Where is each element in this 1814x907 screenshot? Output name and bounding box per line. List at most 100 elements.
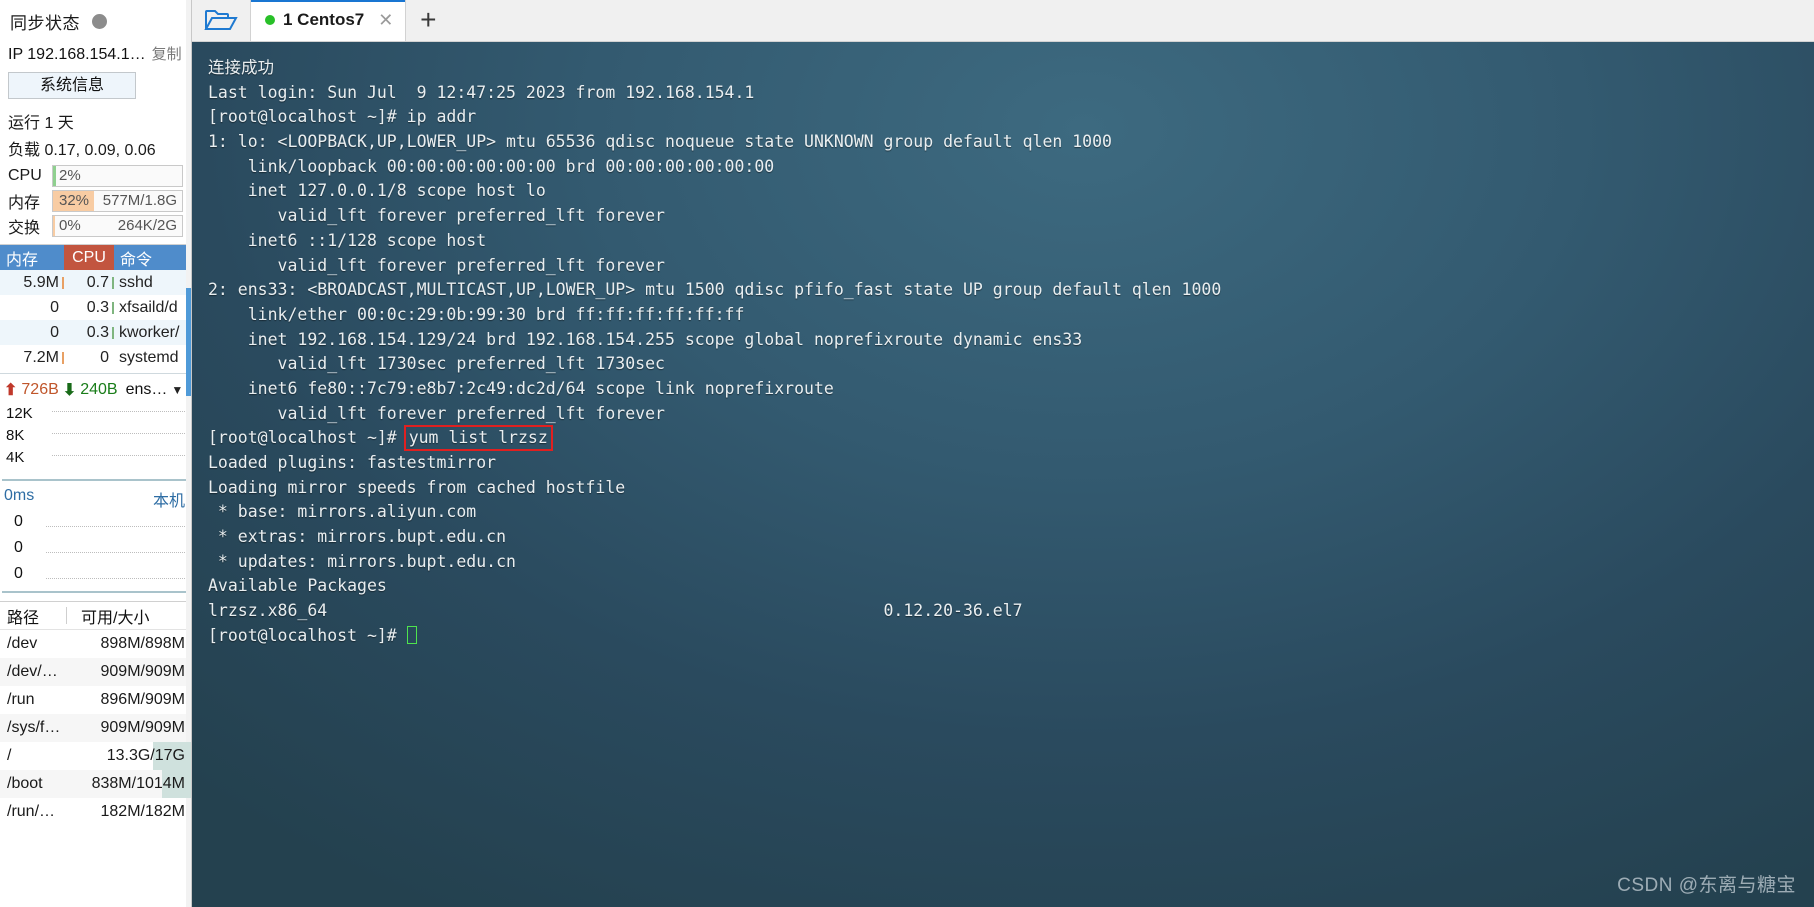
- net-graph-plot: [52, 405, 187, 477]
- disk-row[interactable]: /dev/… 909M/909M: [0, 658, 191, 686]
- terminal-line-11: inet 192.168.154.129/24 brd 192.168.154.…: [208, 329, 1083, 349]
- arrow-up-icon: ⬆: [4, 382, 18, 399]
- disk-path: /boot: [7, 775, 43, 792]
- disk-col-size[interactable]: 可用/大小: [67, 604, 191, 628]
- meter-fill: [53, 215, 55, 236]
- disk-path: /run/…: [7, 803, 56, 820]
- ping-host-label: 本机: [152, 493, 185, 510]
- close-icon[interactable]: ✕: [378, 10, 393, 31]
- ip-address-row: IP 192.168.154.1… 复制: [0, 40, 191, 68]
- meter-bar: 0% 264K/2G: [52, 214, 183, 237]
- shell-prompt: [root@localhost ~]#: [208, 625, 407, 645]
- shell-prompt: [root@localhost ~]#: [208, 428, 407, 448]
- meter-value: 264K/2G: [117, 216, 177, 234]
- sidebar-scrollbar-thumb[interactable]: [186, 288, 191, 396]
- meter-row-cpu: CPU 2%: [0, 163, 191, 188]
- terminal-line-23: [root@localhost ~]#: [208, 624, 1814, 649]
- disk-path: /run: [7, 691, 35, 708]
- process-row[interactable]: 0 0.3 xfsaild/d: [0, 295, 191, 320]
- terminal-line-6: valid_lft forever preferred_lft forever: [208, 206, 665, 226]
- disk-row[interactable]: /dev 898M/898M: [0, 630, 191, 658]
- ping-axis-label-0: 0: [14, 513, 23, 530]
- process-row[interactable]: 7.2M 0 systemd: [0, 345, 191, 370]
- network-interface-label: ens…: [125, 381, 168, 398]
- terminal-line-19: * extras: mirrors.bupt.edu.cn: [208, 527, 507, 547]
- disk-size: 909M/909M: [100, 663, 186, 680]
- terminal-line-18: * base: mirrors.aliyun.com: [208, 502, 477, 522]
- meter-bar: 2%: [52, 164, 183, 187]
- process-mem: 7.2M: [0, 349, 64, 367]
- open-folder-icon[interactable]: [192, 0, 250, 41]
- disk-row[interactable]: /run/… 182M/182M: [0, 798, 191, 826]
- process-mem: 0: [50, 323, 59, 341]
- network-download-value: 240B: [80, 381, 118, 398]
- meter-value: 577M/1.8G: [102, 191, 177, 209]
- terminal-line-10: link/ether 00:0c:29:0b:99:30 brd ff:ff:f…: [208, 304, 745, 324]
- meter-row-内存: 内存 32% 577M/1.8G: [0, 188, 191, 213]
- disk-row[interactable]: /sys/f… 909M/909M: [0, 714, 191, 742]
- terminal-line-4: link/loopback 00:00:00:00:00:00 brd 00:0…: [208, 156, 775, 176]
- meter-bar: 32% 577M/1.8G: [52, 189, 183, 212]
- disk-row[interactable]: /run 896M/909M: [0, 686, 191, 714]
- terminal-panel[interactable]: 连接成功 Last login: Sun Jul 9 12:47:25 2023 …: [192, 42, 1814, 907]
- process-row[interactable]: 0 0.3 kworker/: [0, 320, 191, 345]
- network-header: ⬆ 726B ⬇ 240B ens… ▼: [0, 373, 191, 403]
- terminal-line-16: Loaded plugins: fastestmirror: [208, 453, 497, 472]
- process-row[interactable]: 5.9M 0.7 sshd: [0, 270, 191, 295]
- terminal-line-20: * updates: mirrors.bupt.edu.cn: [208, 551, 516, 571]
- terminal-line-5: inet 127.0.0.1/8 scope host lo: [208, 181, 546, 201]
- process-cpu: 0.7: [64, 274, 114, 292]
- tab-bar: 1 Centos7 ✕ +: [192, 0, 1814, 42]
- sync-status-label: 同步状态: [10, 14, 80, 33]
- network-upload-value: 726B: [21, 381, 59, 398]
- process-col-cmd[interactable]: 命令: [114, 245, 191, 270]
- process-cpu: 0: [100, 348, 109, 366]
- process-col-mem[interactable]: 内存: [0, 245, 64, 270]
- process-table-header: 内存 CPU 命令: [0, 245, 191, 270]
- connected-dot-icon: [265, 15, 275, 25]
- terminal-line-0: 连接成功: [208, 58, 274, 77]
- process-col-cpu[interactable]: CPU: [64, 245, 114, 270]
- meter-label: 交换: [8, 219, 41, 237]
- disk-size: 838M/1014M: [91, 775, 185, 792]
- disk-row[interactable]: /boot 838M/1014M: [0, 770, 191, 798]
- arrow-down-icon: ⬇: [62, 382, 77, 399]
- terminal-line-3: 1: lo: <LOOPBACK,UP,LOWER_UP> mtu 65536 …: [208, 132, 1112, 152]
- meter-percent: 32%: [59, 191, 90, 209]
- main-area: 1 Centos7 ✕ + 连接成功 Last login: Sun Jul 9 1…: [192, 0, 1814, 907]
- terminal-line-22: lrzsz.x86_64 0.12.20-36.el7: [208, 601, 1023, 621]
- disk-size: 909M/909M: [100, 719, 186, 736]
- copy-ip-button[interactable]: 复制: [152, 43, 182, 64]
- ping-graph: 0 0 0: [2, 513, 189, 593]
- uptime-label: 运行 1 天: [8, 115, 74, 132]
- meter-label: 内存: [8, 194, 41, 212]
- disk-table-header: 路径 可用/大小: [0, 602, 191, 630]
- new-tab-button[interactable]: +: [406, 0, 450, 41]
- disk-row[interactable]: / 13.3G/17G: [0, 742, 191, 770]
- net-axis-label-1: 8K: [6, 427, 25, 444]
- network-traffic-graph: 12K 8K 4K: [2, 403, 189, 481]
- system-info-button[interactable]: 系统信息: [8, 72, 136, 99]
- process-mem: 5.9M: [0, 274, 64, 292]
- terminal-output[interactable]: 连接成功 Last login: Sun Jul 9 12:47:25 2023 …: [192, 42, 1814, 907]
- meter-row-交换: 交换 0% 264K/2G: [0, 213, 191, 238]
- terminal-line-17: Loading mirror speeds from cached hostfi…: [208, 477, 626, 497]
- process-mem: 0: [50, 298, 59, 316]
- process-command: xfsaild/d: [119, 298, 178, 316]
- disk-col-path[interactable]: 路径: [0, 604, 66, 628]
- chevron-down-icon[interactable]: ▼: [171, 383, 183, 397]
- terminal-line-13: inet6 fe80::7c79:e8b7:2c49:dc2d/64 scope…: [208, 378, 834, 398]
- process-cpu: 0.3: [64, 324, 114, 342]
- tab-label: 1 Centos7: [283, 10, 365, 29]
- net-axis-label-0: 12K: [6, 405, 33, 422]
- tab-0[interactable]: 1 Centos7 ✕: [250, 0, 407, 41]
- process-command: sshd: [119, 273, 153, 291]
- terminal-line-1: Last login: Sun Jul 9 12:47:25 2023 from…: [208, 82, 755, 102]
- highlighted-command: yum list lrzsz: [403, 425, 553, 452]
- terminal-line-12: valid_lft 1730sec preferred_lft 1730sec: [208, 354, 665, 374]
- terminal-line-7: inet6 ::1/128 scope host: [208, 230, 487, 250]
- disk-path: /dev/…: [7, 663, 58, 680]
- ip-address-label: IP 192.168.154.1…: [8, 46, 146, 63]
- terminal-line-8: valid_lft forever preferred_lft forever: [208, 255, 665, 275]
- disk-usage-table: 路径 可用/大小 /dev 898M/898M/dev/… 909M/909M/ru…: [0, 601, 191, 826]
